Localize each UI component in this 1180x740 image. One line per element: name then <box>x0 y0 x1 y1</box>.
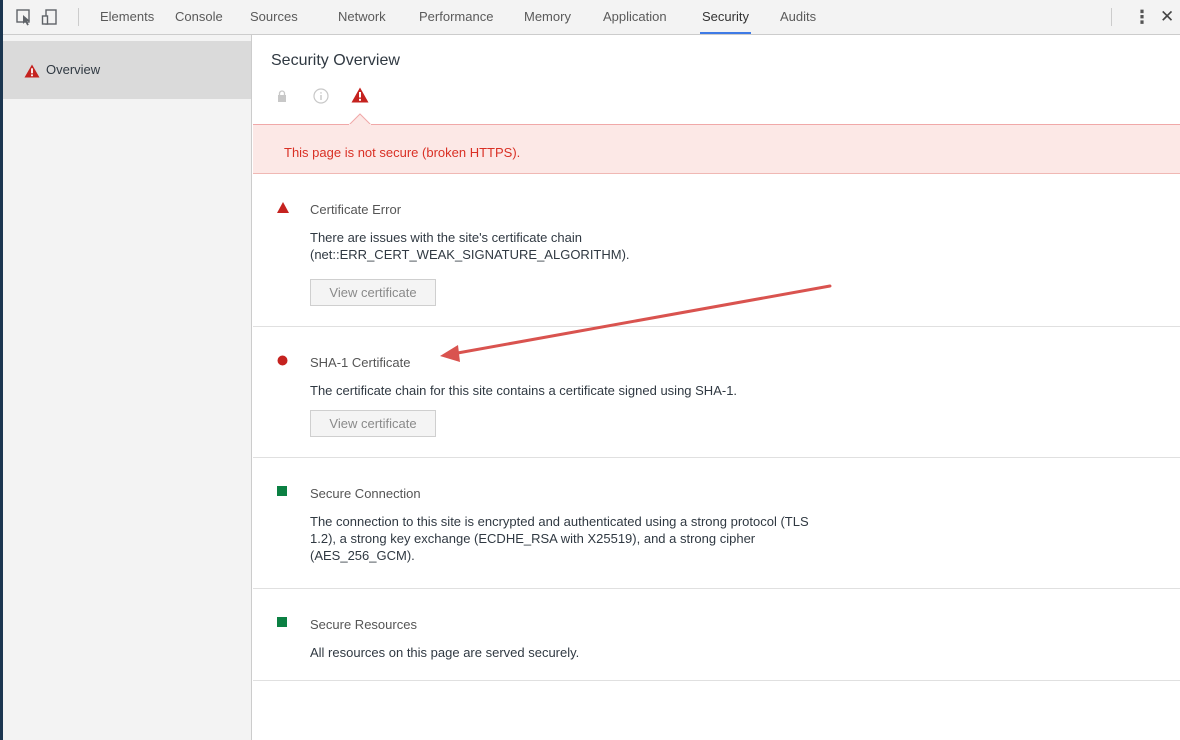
card-title: SHA-1 Certificate <box>310 355 411 370</box>
card-description: All resources on this page are served se… <box>310 645 580 660</box>
warning-icon <box>351 87 369 103</box>
certificate-error-card: Certificate Error There are issues with … <box>253 174 1180 327</box>
lock-icon <box>278 90 286 102</box>
card-title: Secure Resources <box>310 617 417 632</box>
security-overview-panel: Security Overview This page is not secur… <box>253 35 1180 740</box>
red-circle-icon <box>277 355 288 366</box>
warning-icon <box>24 64 40 78</box>
secure-connection-card: Secure Connection The connection to this… <box>253 458 1180 589</box>
more-options-icon[interactable]: ⋮ <box>1133 0 1151 34</box>
close-icon[interactable]: ✕ <box>1160 0 1174 34</box>
card-title: Certificate Error <box>310 202 402 217</box>
tab-sources[interactable]: Sources <box>250 0 298 34</box>
card-description: The certificate chain for this site cont… <box>310 383 738 398</box>
tab-security-label: Security <box>702 9 749 24</box>
devtools-toolbar: Elements Console Sources Network Perform… <box>3 0 1180 35</box>
tab-security[interactable]: Security <box>700 0 751 34</box>
red-triangle-icon <box>277 202 289 213</box>
tab-application[interactable]: Application <box>603 0 667 34</box>
view-certificate-button[interactable]: View certificate <box>310 410 436 437</box>
tab-elements[interactable]: Elements <box>100 0 154 34</box>
tab-memory[interactable]: Memory <box>524 0 571 34</box>
card-description: The connection to this site is encrypted… <box>310 514 809 563</box>
tab-network[interactable]: Network <box>338 0 386 34</box>
banner-pointer <box>349 113 371 125</box>
green-square-icon <box>277 617 287 627</box>
tab-audits[interactable]: Audits <box>780 0 816 34</box>
selected-tab-indicator <box>700 32 751 34</box>
toolbar-separator <box>1111 8 1112 26</box>
card-title: Secure Connection <box>310 486 421 501</box>
toolbar-separator <box>78 8 79 26</box>
sha1-certificate-card: SHA-1 Certificate The certificate chain … <box>253 327 1180 458</box>
sidebar-item-label: Overview <box>46 62 101 77</box>
device-toolbar-icon[interactable] <box>41 8 59 26</box>
view-certificate-button[interactable]: View certificate <box>310 279 436 306</box>
banner-text: This page is not secure (broken HTTPS). <box>284 145 521 160</box>
page-title: Security Overview <box>271 52 400 69</box>
security-summary-banner: This page is not secure (broken HTTPS). <box>253 124 1180 174</box>
info-icon <box>313 88 329 104</box>
sidebar-item-overview[interactable]: Overview <box>3 41 251 99</box>
tab-performance[interactable]: Performance <box>419 0 493 34</box>
card-description: There are issues with the site's certifi… <box>310 230 630 262</box>
secure-resources-card: Secure Resources All resources on this p… <box>253 589 1180 681</box>
security-sidebar: Overview <box>3 35 252 740</box>
inspect-element-icon[interactable] <box>15 8 33 26</box>
green-square-icon <box>277 486 287 496</box>
tab-console[interactable]: Console <box>175 0 223 34</box>
